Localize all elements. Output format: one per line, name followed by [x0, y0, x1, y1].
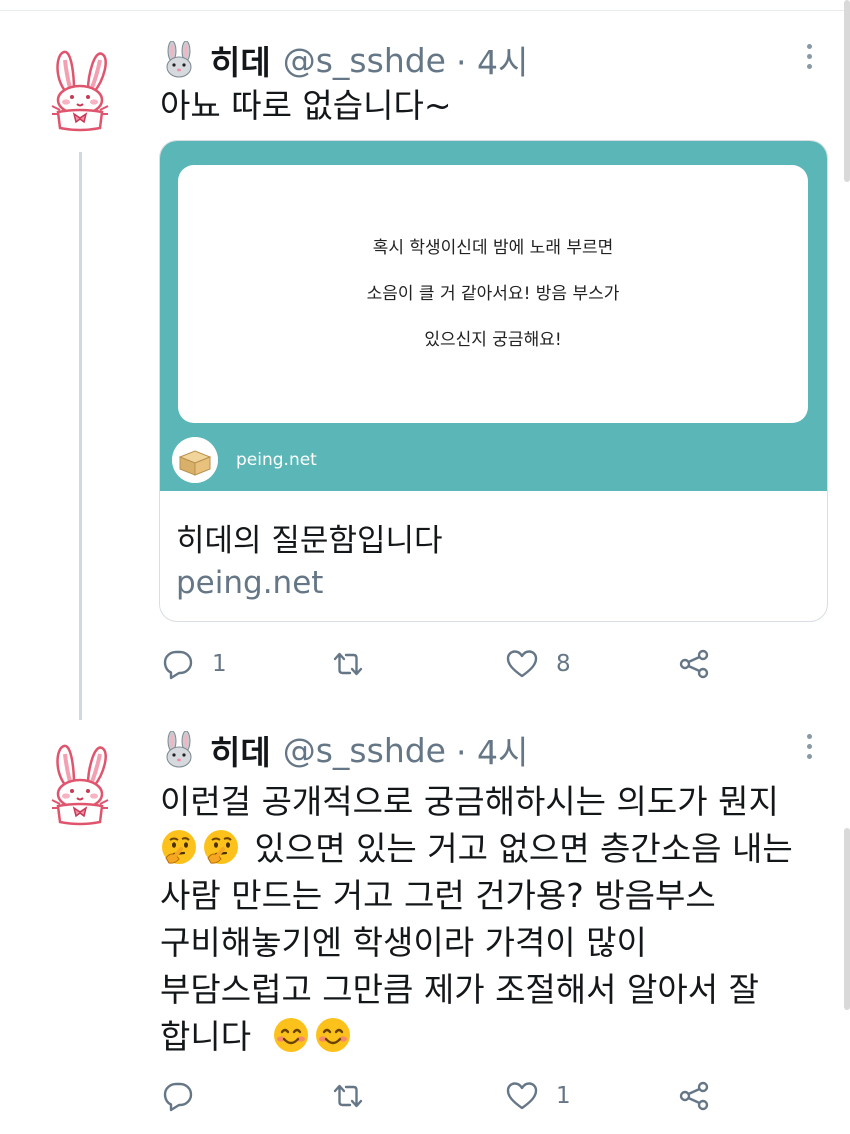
- tweet-header: 히데 @s_sshde · 4시: [160, 728, 528, 772]
- tweet-text-line: 아뇨 따로 없습니다~: [160, 86, 452, 125]
- heart-icon: [506, 648, 538, 680]
- display-name[interactable]: 히데: [210, 36, 271, 84]
- reply-button[interactable]: 1: [162, 648, 227, 680]
- card-domain: peing.net: [176, 565, 324, 601]
- scrollbar-thumb-lower[interactable]: [844, 828, 850, 1010]
- like-count: 1: [556, 1083, 571, 1109]
- retweet-button[interactable]: [332, 648, 382, 680]
- more-options-icon[interactable]: [804, 44, 814, 74]
- reply-count: 1: [212, 651, 227, 677]
- tweet-text: 아뇨 따로 없습니다~: [160, 84, 830, 128]
- tweet-text-line: 구비해놓기엔 학생이라 가격이 많이: [160, 923, 647, 962]
- reply-icon: [162, 648, 194, 680]
- tweet-text-line: 부담스럽고 그만큼 제가 조절해서 알아서 잘: [160, 970, 759, 1009]
- question-line: 있으신지 궁금해요!: [424, 330, 562, 350]
- like-count: 8: [556, 651, 571, 677]
- tweet-time[interactable]: · 4시: [456, 36, 528, 84]
- share-icon: [678, 648, 710, 680]
- peing-branding: peing.net: [172, 437, 317, 483]
- link-card[interactable]: 혹시 학생이신데 밤에 노래 부르면 소음이 클 거 같아서요! 방음 부스가 …: [159, 140, 828, 622]
- retweet-icon: [332, 648, 364, 680]
- display-name[interactable]: 히데: [210, 726, 271, 774]
- tweet-text-line: 이런걸 공개적으로 궁금해하시는 의도가 뭔지: [160, 782, 779, 821]
- share-button[interactable]: [678, 648, 710, 680]
- peing-box-logo-icon: [172, 437, 218, 483]
- card-media[interactable]: 혹시 학생이신데 밤에 노래 부르면 소음이 클 거 같아서요! 방음 부스가 …: [160, 141, 827, 491]
- more-options-icon[interactable]: [804, 734, 814, 764]
- card-site-label: peing.net: [236, 450, 317, 470]
- thinking-face-icon: [202, 828, 240, 866]
- like-button[interactable]: 1: [506, 1080, 571, 1112]
- like-button[interactable]: 8: [506, 648, 571, 680]
- smiling-face-icon: [272, 1016, 310, 1054]
- rabbit-icon: [160, 41, 198, 79]
- retweet-button[interactable]: [332, 1080, 382, 1112]
- smiling-face-icon: [314, 1016, 352, 1054]
- rabbit-icon: [160, 731, 198, 769]
- user-handle[interactable]: @s_sshde: [283, 41, 446, 80]
- card-title: 히데의 질문함입니다: [176, 523, 443, 559]
- heart-icon: [506, 1080, 538, 1112]
- question-line: 소음이 클 거 같아서요! 방음 부스가: [366, 284, 620, 304]
- share-button[interactable]: [678, 1080, 710, 1112]
- tweet-time[interactable]: · 4시: [456, 726, 528, 774]
- reply-icon: [162, 1080, 194, 1112]
- user-handle[interactable]: @s_sshde: [283, 731, 446, 770]
- tweet-text-line: 사람 만드는 거고 그런 건가용? 방음부스: [160, 876, 716, 915]
- tweet-text-line: 있으면 있는 거고 없으면 층간소음 내는: [254, 829, 793, 868]
- tweet-text-line-with-emoji: 있으면 있는 거고 없으면 층간소음 내는: [160, 825, 830, 872]
- tweet-text: 이런걸 공개적으로 궁금해하시는 의도가 뭔지 있으면 있는 거고 없으면 층간…: [160, 778, 830, 1060]
- thinking-face-icon: [160, 828, 198, 866]
- share-icon: [678, 1080, 710, 1112]
- tweet-text-line-with-emoji: 합니다: [160, 1013, 830, 1060]
- tweet-header: 히데 @s_sshde · 4시: [160, 38, 528, 82]
- avatar[interactable]: [48, 48, 112, 132]
- reply-button[interactable]: [162, 1080, 212, 1112]
- retweet-icon: [332, 1080, 364, 1112]
- tweet-text-line: 합니다: [160, 1017, 252, 1056]
- top-divider: [0, 10, 850, 11]
- question-line: 혹시 학생이신데 밤에 노래 부르면: [372, 238, 614, 258]
- scrollbar-thumb[interactable]: [844, 0, 850, 182]
- avatar[interactable]: [48, 742, 112, 826]
- question-box: 혹시 학생이신데 밤에 노래 부르면 소음이 클 거 같아서요! 방음 부스가 …: [178, 165, 808, 423]
- thread-line: [79, 152, 82, 720]
